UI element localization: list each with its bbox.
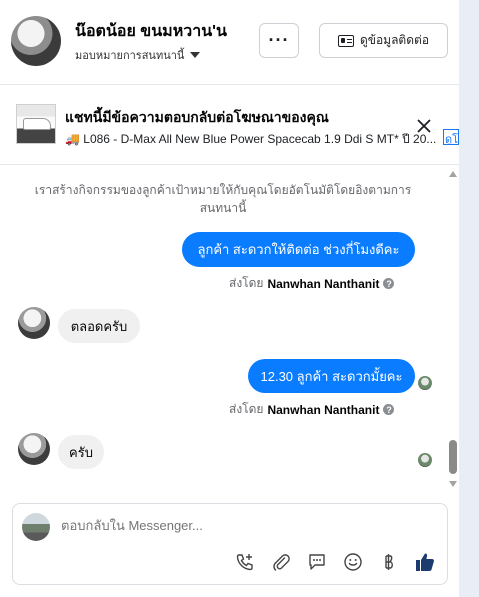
message-bubble-incoming[interactable]: ตลอดครับ (58, 309, 140, 343)
reply-input[interactable] (61, 518, 421, 533)
sender-name: Nanwhan Nanthanit (267, 276, 380, 291)
baht-icon[interactable] (377, 550, 401, 574)
message-bubble-incoming[interactable]: ครับ (58, 435, 104, 469)
avatar[interactable] (18, 307, 50, 339)
like-icon[interactable] (413, 550, 437, 574)
close-icon[interactable] (415, 117, 433, 135)
lead-activity-notice: เราสร้างกิจกรรมของลูกค้าเป้าหมายให้กับคุ… (34, 183, 412, 215)
sent-by-label: ส่งโดย Nanwhan Nanthanit ? (229, 400, 395, 419)
scroll-down-arrow-icon[interactable] (449, 481, 457, 487)
avatar[interactable] (18, 433, 50, 465)
ad-banner-title: แชทนี้มีข้อความตอบกลับต่อโฆษณาของคุณ (65, 109, 329, 125)
view-contact-label: ดูข้อมูลติดต่อ (359, 33, 430, 47)
read-receipt-avatar (418, 376, 432, 390)
scroll-up-arrow-icon[interactable] (449, 171, 457, 177)
contact-name[interactable]: น๊อตน้อย ขนมหวาน'น (75, 19, 227, 44)
sent-by-prefix: ส่งโดย (229, 402, 264, 416)
ad-reply-banner: แชทนี้มีข้อความตอบกลับต่อโฆษณาของคุณ 🚚 L… (0, 86, 459, 165)
page-avatar (22, 513, 50, 541)
assign-conversation-dropdown[interactable]: มอบหมายการสนทนานี้ (75, 46, 201, 64)
more-options-button[interactable]: ··· (259, 23, 299, 58)
sender-name: Nanwhan Nanthanit (267, 402, 380, 417)
ad-banner-subtitle: 🚚 L086 - D-Max All New Blue Power Spacec… (65, 132, 437, 146)
assign-label: มอบหมายการสนทนานี้ (75, 50, 185, 62)
messages-scrollbar[interactable] (447, 165, 459, 490)
reply-composer (12, 503, 448, 585)
help-icon[interactable]: ? (383, 278, 395, 289)
help-icon[interactable]: ? (383, 404, 395, 415)
conversation-header: น๊อตน้อย ขนมหวาน'น มอบหมายการสนทนานี้ ··… (0, 0, 459, 85)
emoji-icon[interactable] (341, 550, 365, 574)
conversation-panel: น๊อตน้อย ขนมหวาน'น มอบหมายการสนทนานี้ ··… (0, 0, 459, 597)
composer-toolbar (233, 550, 437, 574)
background-strip (459, 0, 479, 597)
phone-add-icon[interactable] (233, 550, 257, 574)
sent-by-prefix: ส่งโดย (229, 276, 264, 290)
ad-thumbnail[interactable] (16, 104, 56, 144)
view-contact-button[interactable]: ดูข้อมูลติดต่อ (319, 23, 448, 58)
attachment-icon[interactable] (269, 550, 293, 574)
read-receipt-avatar (418, 453, 432, 467)
avatar[interactable] (11, 16, 61, 66)
ad-view-link[interactable]: ดูโ (443, 129, 459, 145)
caret-down-icon (190, 52, 201, 58)
message-bubble-outgoing[interactable]: 12.30 ลูกค้า สะดวกมั้ยคะ (248, 359, 415, 393)
contact-card-icon (337, 34, 354, 47)
scrollbar-thumb[interactable] (449, 440, 457, 474)
saved-reply-icon[interactable] (305, 550, 329, 574)
sent-by-label: ส่งโดย Nanwhan Nanthanit ? (229, 274, 395, 293)
message-bubble-outgoing[interactable]: ลูกค้า สะดวกให้ติดต่อ ช่วงกี่โมงดีคะ (182, 232, 415, 267)
